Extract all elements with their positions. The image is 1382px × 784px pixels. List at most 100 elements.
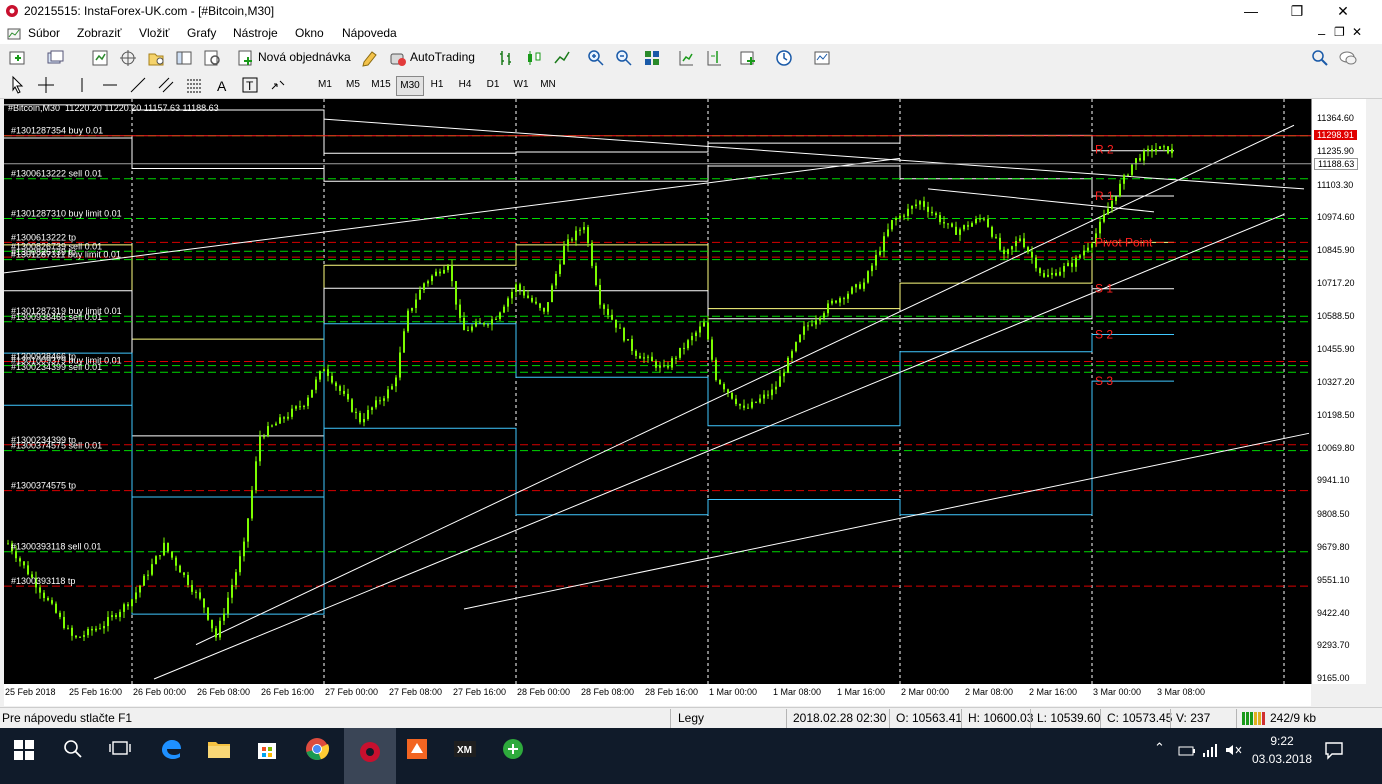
metaeditor-icon[interactable] — [360, 48, 380, 68]
tf-mn[interactable]: MN — [536, 76, 560, 94]
autotrading-icon[interactable] — [388, 48, 408, 68]
data-window-icon[interactable] — [118, 48, 138, 68]
autoscroll-icon[interactable] — [676, 48, 696, 68]
file-explorer-icon[interactable] — [206, 737, 232, 761]
navigator-icon[interactable] — [146, 48, 166, 68]
candle-body — [307, 397, 309, 406]
network-signal-icon[interactable] — [1202, 742, 1220, 758]
time-axis[interactable]: 25 Feb 2018 25 Feb 16:00 26 Feb 00:00 26 Fe… — [4, 684, 1311, 706]
time-tick-label: 26 Feb 00:00 — [133, 687, 187, 697]
new-order-button[interactable]: Nová objednávka — [258, 50, 351, 64]
tf-h4[interactable]: H4 — [454, 76, 476, 94]
volume-muted-icon[interactable] — [1224, 742, 1242, 758]
child-minimize-button[interactable]: – — [1318, 26, 1325, 41]
chat-icon[interactable] — [1338, 48, 1358, 68]
zoom-out-icon[interactable] — [614, 48, 634, 68]
tf-m15[interactable]: M15 — [368, 76, 394, 94]
clock-time[interactable]: 9:22 — [1254, 734, 1310, 748]
periods-icon[interactable] — [774, 48, 794, 68]
menu-vlozit[interactable]: Vložiť — [139, 26, 170, 40]
indicators-icon[interactable] — [738, 48, 758, 68]
fibonacci-icon[interactable] — [184, 75, 204, 95]
menu-grafy[interactable]: Grafy — [187, 26, 216, 40]
menu-subor[interactable]: Súbor — [28, 26, 60, 40]
tf-h1[interactable]: H1 — [426, 76, 448, 94]
horizontal-line-icon[interactable] — [100, 75, 120, 95]
chart-canvas[interactable]: #1301287354 buy 0.01 #1300613222 sell 0.0… — [4, 99, 1311, 684]
connection-status-icon[interactable] — [1242, 712, 1266, 725]
minimize-button[interactable]: — — [1228, 0, 1274, 23]
tf-m1[interactable]: M1 — [314, 76, 336, 94]
time-tick-label: 26 Feb 16:00 — [261, 687, 315, 697]
tray-expand-icon[interactable]: ⌃ — [1154, 740, 1165, 756]
green-app-icon[interactable] — [500, 736, 526, 762]
taskbar-active-app[interactable] — [344, 728, 396, 784]
candle-body — [591, 242, 593, 266]
edge-browser-icon[interactable] — [158, 736, 184, 762]
candle-body — [627, 339, 629, 341]
text-tool-icon[interactable]: A — [212, 75, 232, 95]
new-chart-icon[interactable] — [8, 48, 28, 68]
battery-icon[interactable] — [1178, 744, 1196, 758]
new-order-icon[interactable] — [236, 48, 256, 68]
line-chart-icon[interactable] — [552, 48, 572, 68]
task-view-icon[interactable] — [108, 738, 132, 760]
crosshair-icon[interactable] — [36, 75, 56, 95]
menu-okno[interactable]: Okno — [295, 26, 324, 40]
terminal-icon[interactable] — [174, 48, 194, 68]
candle-body — [1051, 272, 1053, 275]
ninja-app-icon[interactable] — [404, 736, 430, 762]
menu-zobrazit[interactable]: Zobraziť — [77, 26, 122, 40]
status-datetime: 2018.02.28 02:30 — [793, 711, 887, 725]
store-icon[interactable] — [254, 736, 280, 762]
chart-shift-icon[interactable] — [704, 48, 724, 68]
chrome-icon[interactable] — [304, 736, 330, 762]
templates-icon[interactable] — [812, 48, 832, 68]
candle-body — [63, 616, 65, 629]
status-open: O: 10563.41 — [896, 711, 963, 725]
candle-body — [615, 319, 617, 328]
cursor-icon[interactable] — [8, 75, 28, 95]
close-button[interactable]: ✕ — [1320, 0, 1366, 23]
vertical-line-icon[interactable] — [72, 75, 92, 95]
notifications-icon[interactable] — [1324, 740, 1344, 760]
menu-napoveda[interactable]: Nápoveda — [342, 26, 397, 40]
candle-body — [407, 310, 409, 332]
child-close-button[interactable]: ✕ — [1352, 25, 1362, 39]
instaforex-taskbar-icon[interactable] — [356, 738, 384, 766]
xm-platform-icon[interactable]: XM — [452, 736, 478, 762]
search-icon[interactable] — [62, 738, 84, 760]
tf-w1[interactable]: W1 — [510, 76, 532, 94]
price-tick-label: 10327.20 — [1317, 377, 1355, 388]
market-watch-icon[interactable] — [90, 48, 110, 68]
price-chart[interactable]: #1301287354 buy 0.01 #1300613222 sell 0.0… — [4, 99, 1311, 684]
candle-body — [147, 574, 149, 576]
tile-windows-icon[interactable] — [642, 48, 662, 68]
time-tick-label: 27 Feb 16:00 — [453, 687, 507, 697]
tf-d1[interactable]: D1 — [482, 76, 504, 94]
candle-body — [411, 307, 413, 311]
search-icon[interactable] — [1310, 48, 1330, 68]
tf-m30[interactable]: M30 — [396, 76, 424, 96]
trendline-icon[interactable] — [128, 75, 148, 95]
price-axis[interactable]: 11364.60 11235.90 11103.30 10974.60 10845.90… — [1311, 99, 1367, 684]
arrows-icon[interactable] — [268, 75, 288, 95]
bar-chart-icon[interactable] — [496, 48, 516, 68]
child-restore-button[interactable]: ❐ — [1334, 25, 1345, 39]
candle-body — [1067, 262, 1069, 267]
zoom-in-icon[interactable] — [586, 48, 606, 68]
strategy-tester-icon[interactable] — [202, 48, 222, 68]
autotrading-button[interactable]: AutoTrading — [410, 50, 475, 64]
tf-m5[interactable]: M5 — [342, 76, 364, 94]
maximize-button[interactable]: ❐ — [1274, 0, 1320, 23]
equidistant-channel-icon[interactable] — [156, 75, 176, 95]
text-label-icon[interactable]: T — [240, 75, 260, 95]
candle-body — [1171, 148, 1173, 154]
clock-date[interactable]: 03.03.2018 — [1250, 752, 1314, 766]
candlestick-icon[interactable] — [524, 48, 544, 68]
candle-body — [895, 218, 897, 221]
windows-start-icon[interactable] — [14, 740, 34, 760]
menu-nastroje[interactable]: Nástroje — [233, 26, 278, 40]
pivot-level-s1 — [4, 287, 1174, 437]
profiles-icon[interactable] — [46, 48, 66, 68]
